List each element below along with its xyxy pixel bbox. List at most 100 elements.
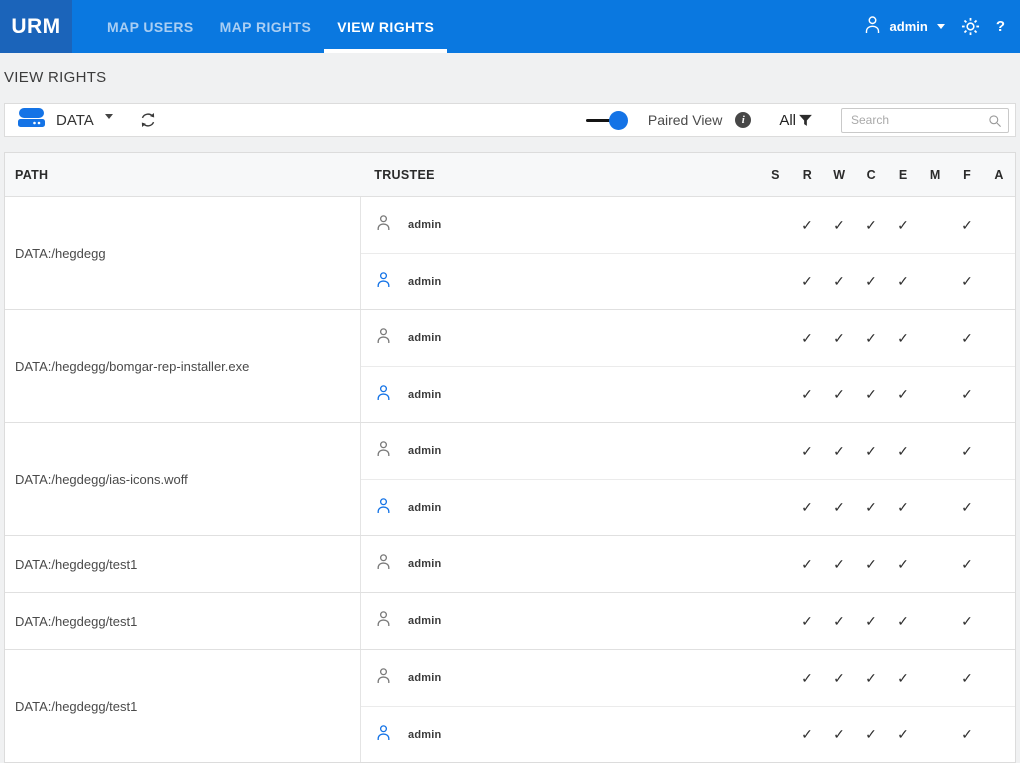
trustee-info: admin (361, 384, 759, 406)
check-icon: ✓ (887, 443, 919, 460)
user-icon (376, 610, 391, 632)
brand-logo[interactable]: URM (0, 0, 72, 53)
user-icon (376, 327, 391, 349)
user-icon (376, 384, 391, 406)
trustee-rows: admin✓✓✓✓✓admin✓✓✓✓✓ (361, 650, 1015, 762)
path-cell: DATA:/hegdegg/bomgar-rep-installer.exe (5, 310, 361, 422)
trustee-row: admin✓✓✓✓✓ (361, 310, 1015, 366)
check-icon: ✓ (887, 670, 919, 687)
nav-tab-view-rights[interactable]: VIEW RIGHTS (324, 0, 447, 53)
rights-table-body: DATA:/hegdeggadmin✓✓✓✓✓admin✓✓✓✓✓DATA:/h… (5, 197, 1015, 762)
check-icon: ✓ (855, 330, 887, 347)
user-menu[interactable]: admin (864, 15, 945, 39)
search-box (841, 108, 1009, 133)
column-header-trustee: TRUSTEE (362, 168, 759, 182)
page-title: VIEW RIGHTS (4, 69, 106, 86)
filter-label: All (779, 112, 796, 129)
path-cell: DATA:/hegdegg/test1 (5, 650, 361, 762)
toggle-knob (609, 111, 628, 130)
check-icon: ✓ (887, 499, 919, 516)
trustee-row: admin✓✓✓✓✓ (361, 423, 1015, 479)
check-icon: ✓ (951, 556, 983, 573)
trustee-name: admin (408, 219, 441, 231)
check-icon: ✓ (951, 613, 983, 630)
search-input[interactable] (841, 108, 1009, 133)
check-icon: ✓ (823, 386, 855, 403)
target-label: DATA (56, 112, 94, 129)
check-icon: ✓ (823, 273, 855, 290)
nav-tabs: MAP USERS MAP RIGHTS VIEW RIGHTS (94, 0, 447, 53)
trustee-rows: admin✓✓✓✓✓ (361, 593, 1015, 649)
check-icon: ✓ (823, 726, 855, 743)
toolbar: DATA Paired View i All (4, 103, 1016, 137)
check-icon: ✓ (855, 217, 887, 234)
check-icon: ✓ (791, 726, 823, 743)
check-icon: ✓ (951, 330, 983, 347)
settings-icon[interactable] (961, 17, 980, 36)
path-group: DATA:/hegdegg/test1admin✓✓✓✓✓admin✓✓✓✓✓ (5, 650, 1015, 762)
paired-view-toggle[interactable] (586, 111, 628, 130)
target-dropdown[interactable]: DATA (5, 108, 113, 132)
refresh-button[interactable] (139, 111, 157, 129)
check-icon: ✓ (791, 443, 823, 460)
paired-view-label: Paired View (648, 112, 722, 128)
nav-tab-map-rights[interactable]: MAP RIGHTS (207, 0, 325, 53)
trustee-row: admin✓✓✓✓✓ (361, 593, 1015, 649)
check-icon: ✓ (887, 386, 919, 403)
check-icon: ✓ (791, 330, 823, 347)
check-icon: ✓ (855, 443, 887, 460)
trustee-rows: admin✓✓✓✓✓admin✓✓✓✓✓ (361, 197, 1015, 309)
check-icon: ✓ (887, 273, 919, 290)
column-header-right: A (983, 168, 1015, 182)
trustee-row: admin✓✓✓✓✓ (361, 536, 1015, 592)
check-icon: ✓ (951, 386, 983, 403)
column-header-path: PATH (5, 168, 362, 182)
column-header-right: E (887, 168, 919, 182)
trustee-name: admin (408, 332, 441, 344)
check-icon: ✓ (855, 670, 887, 687)
column-header-right: M (919, 168, 951, 182)
help-icon[interactable]: ? (996, 18, 1005, 35)
path-label: DATA:/hegdegg/bomgar-rep-installer.exe (15, 359, 249, 374)
chevron-down-icon (105, 114, 113, 119)
check-icon: ✓ (791, 670, 823, 687)
check-icon: ✓ (887, 726, 919, 743)
path-group: DATA:/hegdegg/ias-icons.woffadmin✓✓✓✓✓ad… (5, 423, 1015, 536)
user-icon (376, 667, 391, 689)
check-icon: ✓ (823, 670, 855, 687)
trustee-name: admin (408, 615, 441, 627)
toolbar-right: Paired View i All (586, 108, 1015, 133)
check-icon: ✓ (855, 386, 887, 403)
path-cell: DATA:/hegdegg/ias-icons.woff (5, 423, 361, 535)
drive-icon (18, 108, 45, 132)
check-icon: ✓ (791, 217, 823, 234)
column-header-right: C (855, 168, 887, 182)
check-icon: ✓ (823, 217, 855, 234)
check-icon: ✓ (951, 499, 983, 516)
user-icon (864, 15, 881, 39)
trustee-name: admin (408, 729, 441, 741)
trustee-row: admin✓✓✓✓✓ (361, 479, 1015, 535)
check-icon: ✓ (791, 273, 823, 290)
filter-icon (798, 113, 813, 128)
check-icon: ✓ (951, 217, 983, 234)
check-icon: ✓ (887, 330, 919, 347)
trustee-row: admin✓✓✓✓✓ (361, 650, 1015, 706)
user-icon (376, 214, 391, 236)
info-icon[interactable]: i (735, 112, 751, 128)
user-icon (376, 440, 391, 462)
check-icon: ✓ (855, 499, 887, 516)
check-icon: ✓ (791, 556, 823, 573)
trustee-row: admin✓✓✓✓✓ (361, 197, 1015, 253)
nav-tab-map-users[interactable]: MAP USERS (94, 0, 207, 53)
filter-control[interactable]: All (779, 112, 813, 129)
path-label: DATA:/hegdegg/test1 (15, 557, 137, 572)
trustee-info: admin (361, 440, 759, 462)
trustee-info: admin (361, 497, 759, 519)
check-icon: ✓ (791, 386, 823, 403)
check-icon: ✓ (951, 726, 983, 743)
path-label: DATA:/hegdegg/test1 (15, 699, 137, 714)
check-icon: ✓ (855, 273, 887, 290)
check-icon: ✓ (823, 556, 855, 573)
trustee-name: admin (408, 445, 441, 457)
